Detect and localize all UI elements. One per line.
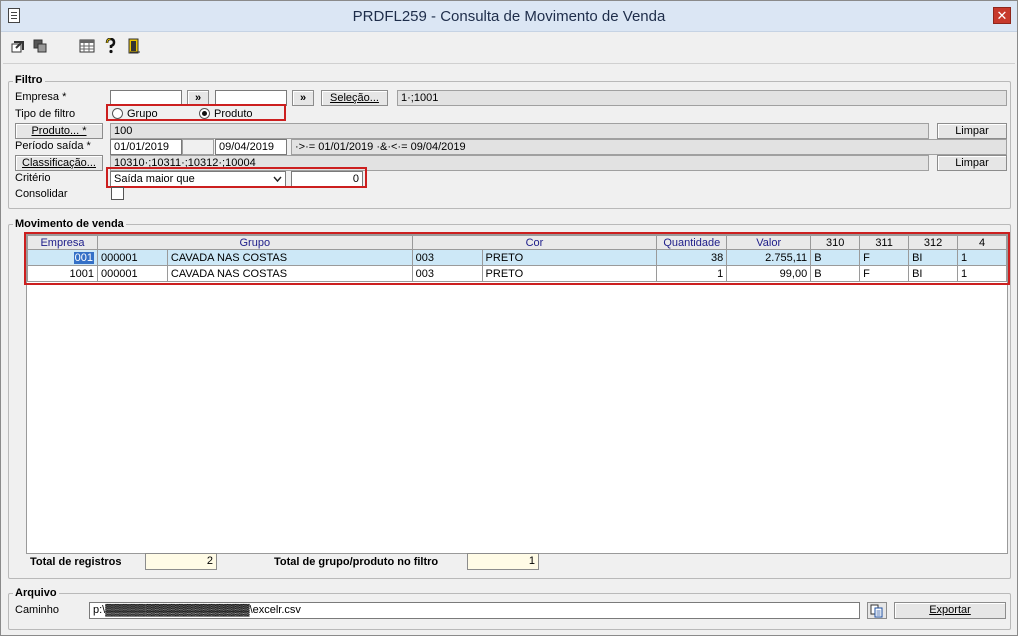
produto-display: 100 [110,123,929,139]
highlight-grid-rows [24,232,1010,285]
produto-button[interactable]: Produto... * [15,123,103,139]
classificacao-button[interactable]: Classificação... [15,155,103,171]
highlight-tipo-filtro [106,104,286,121]
criterio-label: Critério [15,172,51,184]
total-grupo-label: Total de grupo/produto no filtro [274,556,439,568]
toolbar [1,33,1017,59]
window-title: PRDFL259 - Consulta de Movimento de Vend… [352,8,666,25]
filter-group-title: Filtro [13,74,45,86]
periodo-summary-display: ·>·= 01/01/2019 ·&·<·= 09/04/2019 [291,139,1007,155]
produto-button-label: Produto... * [31,125,87,137]
classificacao-button-label: Classificação... [22,157,96,169]
caminho-input[interactable]: p:\▓▓▓▓▓▓▓▓▓▓▓▓▓▓▓▓▓▓\excelr.csv [89,602,860,619]
execute-icon[interactable] [10,38,26,54]
main-window: PRDFL259 - Consulta de Movimento de Vend… [0,0,1018,636]
browse-file-icon[interactable] [867,602,887,619]
empresa-label: Empresa * [15,91,67,103]
highlight-criterio [106,167,367,188]
limpar-produto-button[interactable]: Limpar [937,123,1007,139]
empresa-selection-display: 1·;1001 [397,90,1007,106]
total-grupo-value: 1 [467,553,539,570]
total-registros-value: 2 [145,553,217,570]
grid-icon[interactable] [79,38,95,54]
exit-door-icon[interactable] [126,38,142,54]
consolidar-checkbox[interactable] [111,187,124,200]
selecao-button[interactable]: Seleção... [321,90,388,106]
help-icon[interactable] [102,38,118,54]
periodo-spacer [182,139,214,155]
toolbar-separator [3,63,1015,64]
arquivo-group-title: Arquivo [13,587,59,599]
movimento-group-title: Movimento de venda [13,218,126,230]
periodo-from-input[interactable]: 01/01/2019 [110,139,182,155]
selecao-button-label: Seleção... [330,92,379,104]
limpar-classificacao-button[interactable]: Limpar [937,155,1007,171]
close-button[interactable]: ✕ [993,7,1011,24]
total-registros-label: Total de registros [30,556,122,568]
empresa-arrow-button-2[interactable]: » [292,90,314,106]
periodo-to-input[interactable]: 09/04/2019 [215,139,287,155]
periodo-label: Período saída * [15,140,91,152]
copy-icon[interactable] [32,38,48,54]
tipo-filtro-label: Tipo de filtro [15,108,76,120]
exportar-button[interactable]: Exportar [894,602,1006,619]
title-bar: PRDFL259 - Consulta de Movimento de Vend… [1,1,1017,32]
caminho-label: Caminho [15,604,60,616]
consolidar-label: Consolidar [15,188,68,200]
exportar-button-label: Exportar [929,604,971,616]
